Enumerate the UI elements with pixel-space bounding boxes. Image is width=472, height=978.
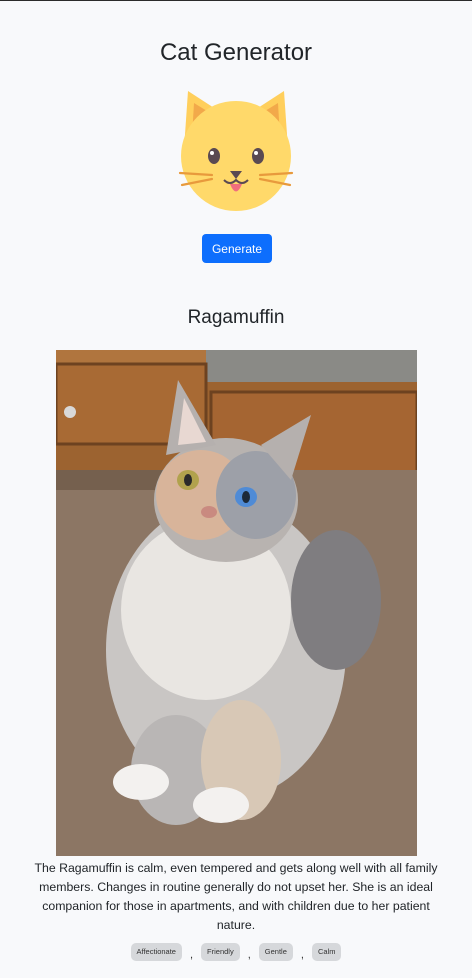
generate-button[interactable]: Generate <box>202 234 272 263</box>
page-title: Cat Generator <box>159 39 313 66</box>
temperament-tag: Affectionate <box>130 943 182 961</box>
tag-separator: , <box>300 949 304 961</box>
temperament-tags: Affectionate , Friendly , Gentle , Calm <box>0 943 472 961</box>
temperament-tag: Calm <box>311 943 342 961</box>
cat-photo <box>56 350 417 856</box>
breed-description: The Ragamuffin is calm, even tempered an… <box>34 861 438 932</box>
cat-face-icon <box>176 87 296 212</box>
breed-name: Ragamuffin <box>187 307 285 328</box>
tag-separator: , <box>247 949 251 961</box>
temperament-tag: Friendly <box>201 943 240 961</box>
tag-separator: , <box>189 949 194 961</box>
temperament-tag: Gentle <box>258 943 293 961</box>
